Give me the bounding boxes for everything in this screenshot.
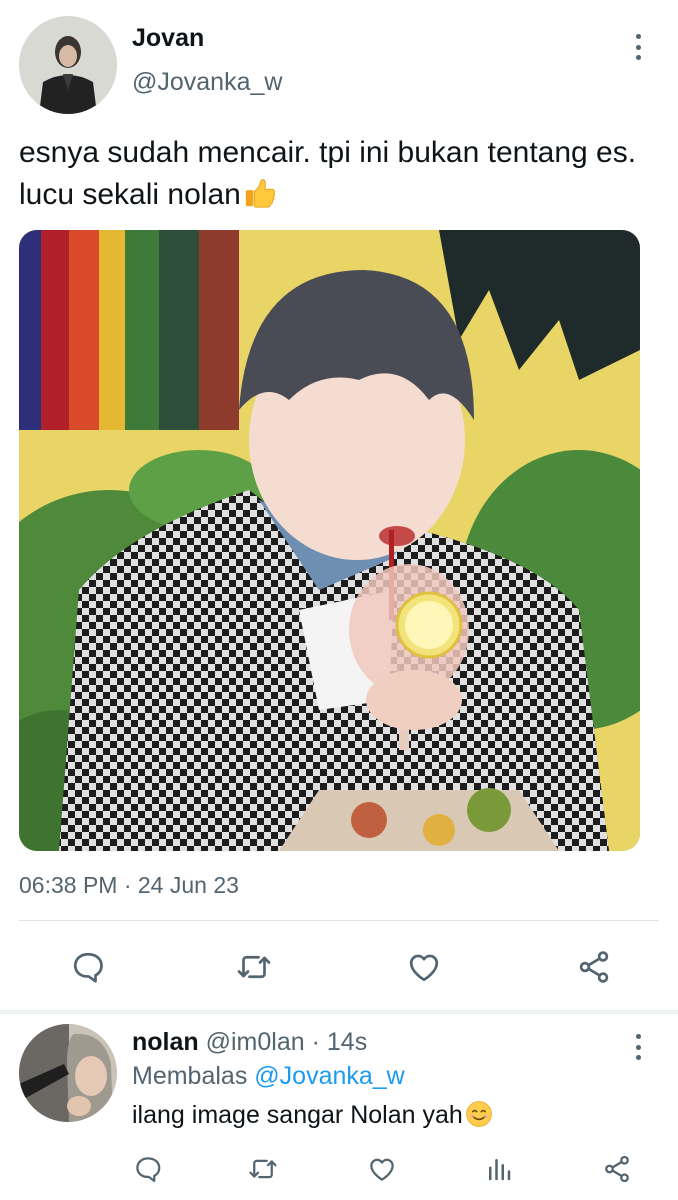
- replying-label: Membalas: [132, 1062, 248, 1090]
- reply-icon[interactable]: [129, 1150, 167, 1188]
- tweet-timestamp[interactable]: 06:38 PM · 24 Jun 23: [19, 872, 239, 899]
- replying-to-mention[interactable]: @Jovanka_w: [254, 1062, 404, 1090]
- like-icon[interactable]: [402, 945, 446, 989]
- share-icon[interactable]: [572, 945, 616, 989]
- avatar-image: [19, 16, 117, 114]
- reply-text: ilang image sangar Nolan yah: [132, 1100, 493, 1130]
- like-icon[interactable]: [363, 1150, 401, 1188]
- reply-icon[interactable]: [66, 945, 110, 989]
- reply-header: nolan @im0lan · 14s: [132, 1028, 367, 1057]
- retweet-icon[interactable]: [232, 945, 276, 989]
- tweet-media-image[interactable]: [19, 230, 640, 851]
- reply-time: · 14s: [311, 1028, 368, 1056]
- reply-avatar-image: [19, 1024, 117, 1122]
- more-options-icon[interactable]: [624, 1030, 652, 1064]
- user-handle[interactable]: @Jovanka_w: [132, 68, 282, 97]
- tweet-actions: [0, 945, 678, 993]
- photo: [19, 230, 640, 851]
- reply-text-body: ilang image sangar Nolan yah: [132, 1101, 463, 1129]
- display-name[interactable]: Jovan: [132, 24, 204, 53]
- reply-avatar[interactable]: [19, 1024, 117, 1122]
- reply-handle[interactable]: @im0lan: [206, 1028, 305, 1056]
- divider: [19, 920, 659, 921]
- retweet-icon[interactable]: [244, 1150, 282, 1188]
- more-options-icon[interactable]: [624, 30, 652, 64]
- section-separator: [0, 1010, 678, 1014]
- avatar[interactable]: [19, 16, 117, 114]
- reply-display-name[interactable]: nolan: [132, 1028, 199, 1056]
- analytics-icon[interactable]: [480, 1150, 518, 1188]
- replying-to: Membalas @Jovanka_w: [132, 1062, 405, 1091]
- tweet-text-body: esnya sudah mencair. tpi ini bukan tenta…: [19, 136, 637, 211]
- smiling-face-emoji-icon: [465, 1101, 492, 1127]
- reply-actions: [0, 1150, 678, 1190]
- thumbs-up-emoji-icon: [245, 179, 275, 208]
- share-icon[interactable]: [598, 1150, 636, 1188]
- tweet-text: esnya sudah mencair. tpi ini bukan tenta…: [19, 132, 669, 216]
